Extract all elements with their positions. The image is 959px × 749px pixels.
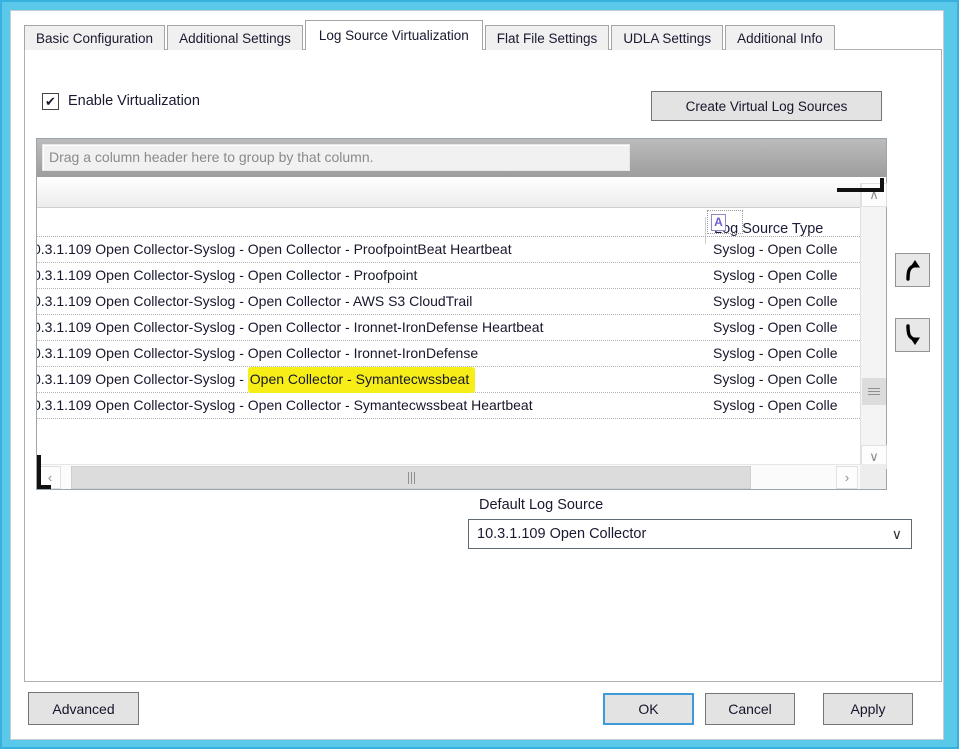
default-log-source-dropdown[interactable]: 10.3.1.109 Open Collector ∨ <box>468 519 912 549</box>
text-filter-icon[interactable]: A <box>711 214 726 231</box>
curved-up-arrow-icon <box>901 258 925 282</box>
row-type-text: Syslog - Open Colle <box>705 263 860 289</box>
column-header-row: Log Source Type <box>37 177 860 208</box>
table-row-highlighted[interactable]: 0.3.1.109 Open Collector-Syslog - Open C… <box>37 367 860 393</box>
tab-additional-settings[interactable]: Additional Settings <box>167 25 303 50</box>
tab-udla-settings[interactable]: UDLA Settings <box>611 25 723 50</box>
row-type-text: Syslog - Open Colle <box>705 237 860 263</box>
log-source-grid: Drag a column header here to group by th… <box>36 138 887 490</box>
window-frame: Basic Configuration Additional Settings … <box>0 0 959 749</box>
row-source-text: 0.3.1.109 Open Collector-Syslog - <box>37 371 248 387</box>
enable-virtualization-label: Enable Virtualization <box>68 93 200 109</box>
row-source-text: 0.3.1.109 Open Collector-Syslog - Open C… <box>37 267 417 283</box>
corner-mark-icon <box>37 485 51 489</box>
chevron-right-icon: › <box>845 470 849 485</box>
properties-dialog: Basic Configuration Additional Settings … <box>10 10 944 740</box>
horizontal-scrollbar-thumb[interactable] <box>71 466 751 489</box>
enable-virtualization-checkbox[interactable]: ✔ <box>42 93 59 110</box>
vertical-scrollbar-thumb[interactable] <box>862 378 886 405</box>
thumb-grip-icon <box>411 472 412 484</box>
corner-mark-icon <box>37 455 41 489</box>
filter-row: A <box>37 208 860 237</box>
row-type-text: Syslog - Open Colle <box>705 393 860 419</box>
table-row[interactable]: 0.3.1.109 Open Collector-Syslog - Open C… <box>37 315 860 341</box>
row-type-text: Syslog - Open Colle <box>705 315 860 341</box>
corner-mark-icon <box>837 188 884 192</box>
tab-log-source-virtualization[interactable]: Log Source Virtualization <box>305 20 483 50</box>
thumb-grip-icon <box>868 391 880 392</box>
highlight-annotation: Open Collector - Symantecwssbeat <box>248 367 475 393</box>
corner-mark-icon <box>880 178 884 192</box>
row-source-text: 0.3.1.109 Open Collector-Syslog - Open C… <box>37 241 512 257</box>
chevron-down-icon: ∨ <box>869 449 879 465</box>
row-type-text: Syslog - Open Colle <box>705 341 860 367</box>
table-row[interactable]: 0.3.1.109 Open Collector-Syslog - Open C… <box>37 263 860 289</box>
tab-flat-file-settings[interactable]: Flat File Settings <box>485 25 610 50</box>
tab-strip: Basic Configuration Additional Settings … <box>24 20 837 50</box>
row-type-text: Syslog - Open Colle <box>705 367 860 393</box>
table-row[interactable]: 0.3.1.109 Open Collector-Syslog - Open C… <box>37 237 860 263</box>
group-by-hint: Drag a column header here to group by th… <box>42 144 630 171</box>
row-source-text: 0.3.1.109 Open Collector-Syslog - Open C… <box>37 345 478 361</box>
group-by-panel: Drag a column header here to group by th… <box>37 139 886 177</box>
apply-button[interactable]: Apply <box>823 693 913 725</box>
move-up-button[interactable] <box>895 253 930 287</box>
default-log-source-label: Default Log Source <box>479 497 603 513</box>
cancel-button[interactable]: Cancel <box>705 693 795 725</box>
row-source-text: 0.3.1.109 Open Collector-Syslog - Open C… <box>37 319 544 335</box>
advanced-button[interactable]: Advanced <box>28 692 139 725</box>
tab-basic-configuration[interactable]: Basic Configuration <box>24 25 165 50</box>
ok-button[interactable]: OK <box>603 693 694 725</box>
table-row[interactable]: 0.3.1.109 Open Collector-Syslog - Open C… <box>37 393 860 419</box>
filter-cell[interactable]: A <box>707 210 743 234</box>
curved-down-arrow-icon <box>901 323 925 347</box>
checkmark-icon: ✔ <box>45 94 56 109</box>
row-type-text: Syslog - Open Colle <box>705 289 860 315</box>
scroll-right-button[interactable]: › <box>836 466 858 489</box>
row-source-text: 0.3.1.109 Open Collector-Syslog - Open C… <box>37 397 533 413</box>
row-source-text: 0.3.1.109 Open Collector-Syslog - Open C… <box>37 293 472 309</box>
chevron-left-icon: ‹ <box>48 470 52 485</box>
dropdown-value: 10.3.1.109 Open Collector <box>477 526 646 542</box>
scrollbar-corner <box>860 464 886 489</box>
tab-additional-info[interactable]: Additional Info <box>725 25 835 50</box>
horizontal-scrollbar[interactable]: ‹ › <box>37 464 860 489</box>
chevron-down-icon: ∨ <box>892 520 902 548</box>
vertical-scrollbar[interactable]: ∧ ∨ <box>860 183 886 469</box>
create-virtual-log-sources-button[interactable]: Create Virtual Log Sources <box>651 91 882 121</box>
table-row[interactable]: 0.3.1.109 Open Collector-Syslog - Open C… <box>37 341 860 367</box>
table-row[interactable]: 0.3.1.109 Open Collector-Syslog - Open C… <box>37 289 860 315</box>
move-down-button[interactable] <box>895 318 930 352</box>
